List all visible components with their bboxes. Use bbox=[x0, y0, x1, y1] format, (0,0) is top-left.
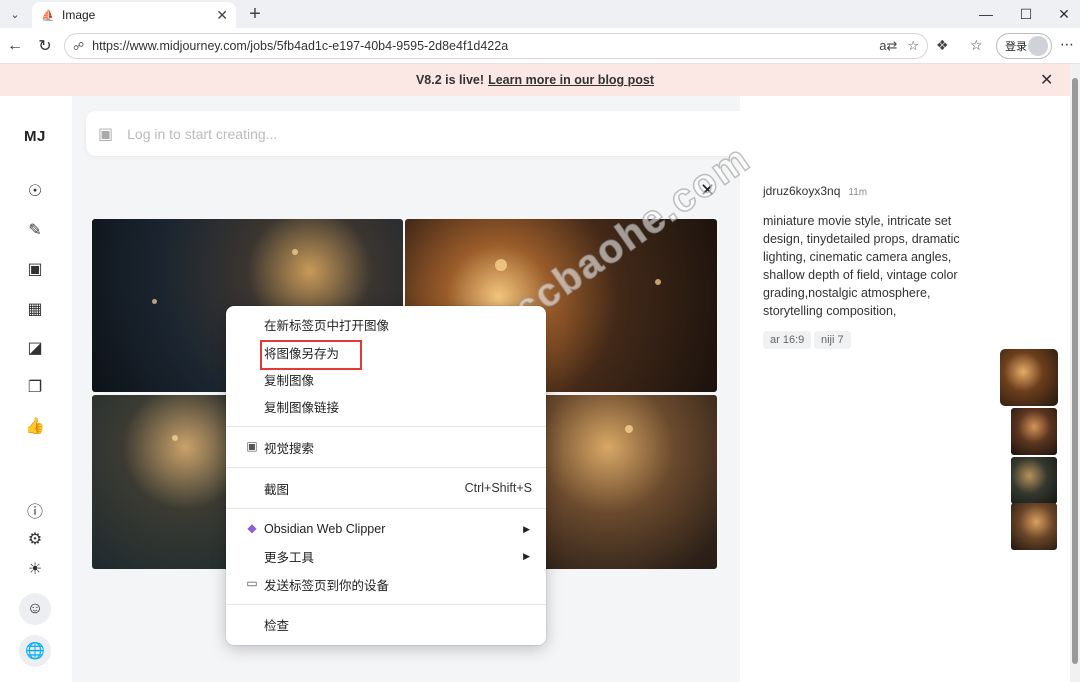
minimize-button[interactable]: — bbox=[966, 0, 1006, 28]
thumbnail-3[interactable] bbox=[1011, 457, 1057, 504]
menu-open-image-new-tab[interactable]: 在新标签页中打开图像 bbox=[226, 311, 546, 337]
midjourney-sail-icon: ⛵ bbox=[41, 9, 55, 22]
menu-separator bbox=[226, 508, 546, 509]
menu-visual-search[interactable]: ▣ 视觉搜索 bbox=[226, 434, 546, 460]
menu-label: 复制图像链接 bbox=[264, 400, 340, 415]
menu-separator bbox=[226, 426, 546, 427]
help-icon[interactable]: ⓘ bbox=[22, 497, 48, 523]
likes-icon[interactable]: 👍 bbox=[22, 413, 48, 439]
submenu-arrow-icon: ▶ bbox=[523, 523, 530, 534]
obsidian-icon: ◆ bbox=[247, 521, 257, 535]
menu-label: 检查 bbox=[264, 618, 290, 633]
bokeh-light bbox=[655, 279, 661, 285]
page-scrollbar[interactable] bbox=[1070, 64, 1080, 682]
create-icon[interactable]: ✎ bbox=[22, 217, 48, 243]
menu-separator bbox=[226, 604, 546, 605]
theme-icon[interactable]: ☀ bbox=[22, 556, 48, 582]
highlight-box bbox=[260, 340, 362, 370]
account-icon[interactable]: ☺ bbox=[19, 593, 51, 625]
chevron-down-icon: ⌄ bbox=[10, 8, 20, 21]
menu-label: 发送标签页到你的设备 bbox=[264, 578, 390, 593]
scrollbar-thumb[interactable] bbox=[1072, 78, 1078, 664]
bokeh-light bbox=[495, 259, 507, 271]
site-info-icon[interactable]: ☍ bbox=[73, 40, 84, 53]
browser-tab[interactable]: ⛵ Image ✕ bbox=[32, 2, 236, 28]
address-bar[interactable]: ☍ https://www.midjourney.com/jobs/5fb4ad… bbox=[64, 33, 928, 59]
bokeh-light bbox=[625, 425, 633, 433]
banner-link[interactable]: Learn more in our blog post bbox=[488, 73, 654, 87]
favorite-star-icon[interactable]: ☆ bbox=[907, 38, 919, 54]
announcement-banner: V8.2 is live! Learn more in our blog pos… bbox=[0, 64, 1070, 96]
job-author: jdruz6koyx3nq 11m bbox=[763, 184, 867, 198]
devices-icon: ▭ bbox=[246, 576, 258, 590]
menu-shortcut: Ctrl+Shift+S bbox=[464, 481, 532, 495]
close-window-button[interactable]: ✕ bbox=[1044, 0, 1080, 28]
bokeh-light bbox=[292, 249, 298, 255]
menu-obsidian-web-clipper[interactable]: ◆ Obsidian Web Clipper ▶ bbox=[226, 516, 546, 542]
username[interactable]: jdruz6koyx3nq bbox=[763, 184, 840, 198]
menu-label: 在新标签页中打开图像 bbox=[264, 318, 390, 333]
tag-model[interactable]: niji 7 bbox=[814, 331, 851, 349]
edit-icon[interactable]: ▣ bbox=[22, 256, 48, 282]
bell-icon[interactable]: ⚙ bbox=[22, 526, 48, 552]
profile-avatar bbox=[1028, 36, 1048, 56]
submenu-arrow-icon: ▶ bbox=[523, 550, 530, 561]
login-label: 登录 bbox=[1005, 41, 1027, 53]
menu-label: 截图 bbox=[264, 482, 290, 497]
browser-toolbar: ← ↻ ☍ https://www.midjourney.com/jobs/5f… bbox=[0, 28, 1080, 64]
menu-label: 视觉搜索 bbox=[264, 441, 315, 456]
prompt-text: miniature movie style, intricate set des… bbox=[763, 214, 960, 318]
moodboards-icon[interactable]: ❐ bbox=[22, 374, 48, 400]
favorites-icon[interactable]: ☆ bbox=[970, 37, 983, 54]
banner-close-icon[interactable]: ✕ bbox=[1040, 70, 1053, 90]
thumbnail-1[interactable] bbox=[1000, 349, 1058, 406]
menu-copy-image-link[interactable]: 复制图像链接 bbox=[226, 393, 546, 419]
login-button[interactable]: 登录 bbox=[996, 33, 1052, 59]
menu-screenshot[interactable]: 截图 Ctrl+Shift+S bbox=[226, 475, 546, 501]
reload-icon[interactable]: ↻ bbox=[33, 34, 57, 58]
visual-search-icon: ▣ bbox=[246, 439, 258, 453]
thumbnail-4[interactable] bbox=[1011, 503, 1057, 550]
post-time: 11m bbox=[848, 187, 868, 198]
tab-title: Image bbox=[62, 8, 96, 22]
prompt-placeholder: Log in to start creating... bbox=[127, 125, 278, 142]
midjourney-logo[interactable]: MJ bbox=[24, 128, 46, 145]
thumbnail-2[interactable] bbox=[1011, 408, 1057, 455]
translate-icon[interactable]: a⇄ bbox=[879, 38, 897, 54]
menu-label: Obsidian Web Clipper bbox=[264, 522, 386, 536]
bokeh-light bbox=[172, 435, 178, 441]
bokeh-light bbox=[152, 299, 157, 304]
extensions-icon[interactable]: ❖ bbox=[936, 37, 949, 54]
language-icon[interactable]: 🌐 bbox=[19, 635, 51, 667]
personalize-icon[interactable]: ◪ bbox=[22, 335, 48, 361]
tab-bar: ⌄ ⛵ Image ✕ + — ☐ ✕ bbox=[0, 0, 1080, 28]
menu-separator bbox=[226, 467, 546, 468]
explore-icon[interactable]: ☉ bbox=[22, 178, 48, 204]
tab-list-button[interactable]: ⌄ bbox=[4, 4, 26, 24]
menu-label: 复制图像 bbox=[264, 373, 315, 388]
close-tab-icon[interactable]: ✕ bbox=[216, 7, 228, 24]
organize-icon[interactable]: ▦ bbox=[22, 296, 48, 322]
add-image-icon[interactable]: ▣ bbox=[98, 124, 113, 144]
maximize-button[interactable]: ☐ bbox=[1006, 0, 1046, 28]
menu-label: 更多工具 bbox=[264, 550, 315, 565]
new-tab-button[interactable]: + bbox=[244, 3, 266, 25]
banner-text: V8.2 is live! bbox=[415, 73, 485, 87]
menu-send-tab-to-devices[interactable]: ▭ 发送标签页到你的设备 bbox=[226, 571, 546, 597]
menu-inspect[interactable]: 检查 bbox=[226, 611, 546, 637]
tag-aspect-ratio[interactable]: ar 16:9 bbox=[763, 331, 812, 349]
back-icon[interactable]: ← bbox=[3, 34, 27, 58]
more-menu-icon[interactable]: ⋯ bbox=[1060, 36, 1074, 53]
menu-more-tools[interactable]: 更多工具 ▶ bbox=[226, 543, 546, 569]
url-text[interactable]: https://www.midjourney.com/jobs/5fb4ad1c… bbox=[92, 39, 869, 53]
